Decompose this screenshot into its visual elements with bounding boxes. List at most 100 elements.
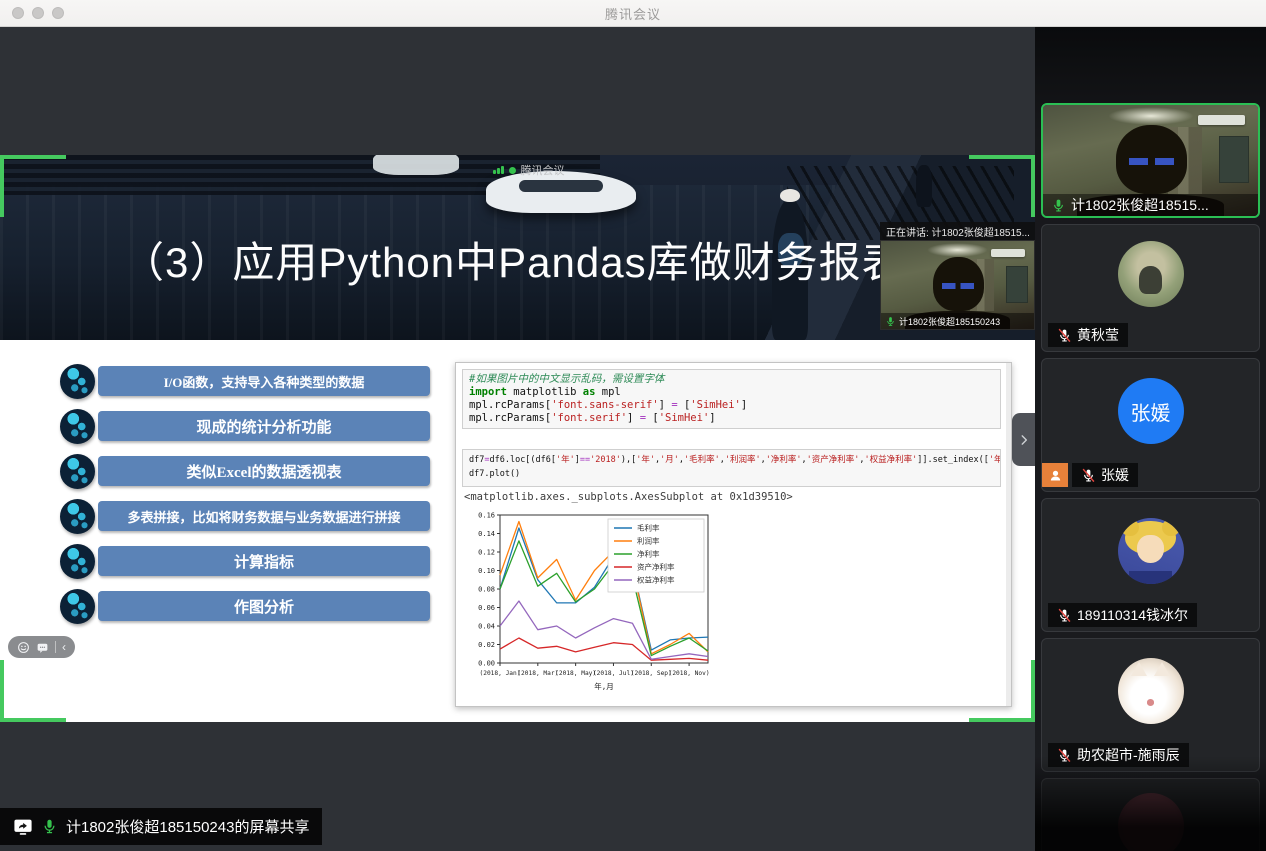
self-name-label: 计1802张俊超185150243 xyxy=(881,313,1034,329)
svg-text:年,月: 年,月 xyxy=(594,681,614,691)
globe-icon xyxy=(60,364,95,399)
reaction-toolbar[interactable]: ‹ xyxy=(8,636,75,658)
collapse-toolbar-icon[interactable]: ‹ xyxy=(62,641,66,653)
avatar: 张媛 xyxy=(1118,378,1184,444)
toolbar-divider xyxy=(55,641,56,653)
emoji-icon[interactable] xyxy=(17,641,30,654)
participant-name-label: 黄秋莹 xyxy=(1048,323,1128,347)
cell-output-text: <matplotlib.axes._subplots.AxesSubplot a… xyxy=(464,491,793,503)
avatar xyxy=(1118,241,1184,307)
bullet-bar: 多表拼接，比如将财务数据与业务数据进行拼接 xyxy=(98,501,430,531)
svg-text:0.16: 0.16 xyxy=(478,511,495,519)
ceiling-light xyxy=(1108,107,1194,125)
bullet-row: 多表拼接，比如将财务数据与业务数据进行拼接 xyxy=(60,501,435,533)
svg-text:利润率: 利润率 xyxy=(637,536,660,546)
participants-sidebar: 计1802张俊超18515...黄秋莹张媛张媛189110314钱冰尔助农超市-… xyxy=(1035,27,1266,851)
svg-text:权益净利率: 权益净利率 xyxy=(637,575,675,585)
bullet-row: 作图分析 xyxy=(60,591,435,623)
participant-tile[interactable]: 189110314钱冰尔 xyxy=(1041,498,1260,632)
svg-text:(2018, Jul): (2018, Jul) xyxy=(593,670,634,677)
room-window xyxy=(1006,266,1027,303)
active-speaker-overlay[interactable]: 正在讲话: 计1802张俊超18515... 计1802张俊超185150243 xyxy=(880,222,1035,330)
bullet-bar: I/O函数，支持导入各种类型的数据 xyxy=(98,366,430,396)
participant-name-label: 张媛 xyxy=(1072,463,1138,487)
tencent-meeting-window: 腾讯会议 xyxy=(0,0,1266,851)
participant-name-label: 计1802张俊超18515... xyxy=(1043,194,1258,216)
participant-name: 计1802张俊超18515... xyxy=(1071,195,1209,215)
meeting-status-badge: 腾讯会议 xyxy=(493,162,565,178)
svg-text:0.04: 0.04 xyxy=(478,622,495,630)
svg-text:0.14: 0.14 xyxy=(478,530,495,538)
svg-text:(2018, May): (2018, May) xyxy=(555,670,596,677)
hero-boat-small xyxy=(373,155,459,175)
svg-text:0.02: 0.02 xyxy=(478,641,495,649)
air-conditioner xyxy=(991,249,1025,257)
sidebar-collapse-handle[interactable] xyxy=(1012,413,1035,466)
hero-person-2 xyxy=(916,165,932,207)
svg-text:(2018, Nov): (2018, Nov) xyxy=(669,670,710,677)
code-cell-1: #如果图片中的中文显示乱码，需设置字体import matplotlib as … xyxy=(462,369,1001,429)
capture-corner-bottom-right xyxy=(969,660,1035,722)
bullet-bar: 现成的统计分析功能 xyxy=(98,411,430,441)
avatar xyxy=(1118,658,1184,724)
globe-icon xyxy=(60,499,95,534)
slide-body: I/O函数，支持导入各种类型的数据现成的统计分析功能类似Excel的数据透视表多… xyxy=(0,340,1035,722)
participant-tile[interactable]: 黄秋莹 xyxy=(1041,224,1260,352)
bullet-row: 类似Excel的数据透视表 xyxy=(60,456,435,488)
main-stage: 腾讯会议 （3）应用Python中Pandas库做财务报表分 I/O函数，支持导… xyxy=(0,27,1035,851)
notebook-scrollbar[interactable] xyxy=(1006,363,1011,706)
svg-text:净利率: 净利率 xyxy=(637,549,660,559)
svg-text:0.08: 0.08 xyxy=(478,585,495,593)
participant-name: 189110314钱冰尔 xyxy=(1077,605,1188,625)
code-line: df7=df6.loc[(df6['年']=='2018'),['年','月',… xyxy=(469,453,994,467)
participant-name: 张媛 xyxy=(1101,465,1129,485)
svg-text:0.10: 0.10 xyxy=(478,567,495,575)
svg-text:0.06: 0.06 xyxy=(478,604,495,612)
bullet-bar: 类似Excel的数据透视表 xyxy=(98,456,430,486)
code-cell-2: df7=df6.loc[(df6['年']=='2018'),['年','月',… xyxy=(462,449,1001,487)
speaking-now-label: 正在讲话: 计1802张俊超18515... xyxy=(880,222,1035,240)
share-banner-text: 计1802张俊超185150243的屏幕共享 xyxy=(66,816,309,837)
hero-person-hat xyxy=(780,189,800,202)
mic-on-icon xyxy=(41,818,58,835)
svg-text:0.00: 0.00 xyxy=(478,659,495,667)
screen-share-banner: 计1802张俊超185150243的屏幕共享 xyxy=(0,808,322,845)
participant-name: 助农超市-施雨辰 xyxy=(1077,745,1180,765)
bullet-row: 现成的统计分析功能 xyxy=(60,411,435,443)
participant-tile[interactable]: 张媛张媛 xyxy=(1041,358,1260,492)
globe-icon xyxy=(60,589,95,624)
notebook-screenshot: #如果图片中的中文显示乱码，需设置字体import matplotlib as … xyxy=(455,362,1012,707)
chevron-right-icon xyxy=(1017,433,1031,447)
screen-share-icon xyxy=(13,818,33,836)
bullet-row: 计算指标 xyxy=(60,546,435,578)
capture-corner-top-right xyxy=(969,155,1035,217)
chat-icon[interactable] xyxy=(36,641,49,654)
self-name-text: 计1802张俊超185150243 xyxy=(899,315,1000,328)
avatar-initials: 张媛 xyxy=(1131,397,1171,426)
code-line: #如果图片中的中文显示乱码，需设置字体 xyxy=(469,373,994,386)
avatar xyxy=(1118,793,1184,851)
slide-title: （3）应用Python中Pandas库做财务报表分 xyxy=(122,229,948,290)
mic-on-icon xyxy=(885,316,896,327)
participant-tile[interactable]: 助农超市-施雨辰 xyxy=(1041,638,1260,772)
svg-text:资产净利率: 资产净利率 xyxy=(637,562,675,572)
avatar xyxy=(1118,518,1184,584)
bullet-text: I/O函数，支持导入各种类型的数据 xyxy=(164,372,365,391)
host-person-badge xyxy=(1042,463,1068,487)
participant-tile[interactable]: 计1802张俊超18515... xyxy=(1041,103,1260,218)
bullet-list: I/O函数，支持导入各种类型的数据现成的统计分析功能类似Excel的数据透视表多… xyxy=(60,366,435,636)
signal-bars-icon xyxy=(493,166,504,174)
globe-icon xyxy=(60,409,95,444)
glasses-glare xyxy=(942,283,974,288)
titlebar: 腾讯会议 xyxy=(0,0,1266,27)
code-line: mpl.rcParams['font.serif'] = ['SimHei'] xyxy=(469,412,994,425)
bullet-bar: 计算指标 xyxy=(98,546,430,576)
self-video[interactable]: 计1802张俊超185150243 xyxy=(880,240,1035,330)
participant-tile[interactable] xyxy=(1041,778,1260,851)
output-chart: 0.000.020.040.060.080.100.120.140.16(201… xyxy=(462,505,718,705)
globe-icon xyxy=(60,454,95,489)
bullet-text: 多表拼接，比如将财务数据与业务数据进行拼接 xyxy=(127,507,400,526)
participant-name-label: 189110314钱冰尔 xyxy=(1048,603,1197,627)
bullet-text: 类似Excel的数据透视表 xyxy=(187,461,342,482)
globe-icon xyxy=(60,544,95,579)
